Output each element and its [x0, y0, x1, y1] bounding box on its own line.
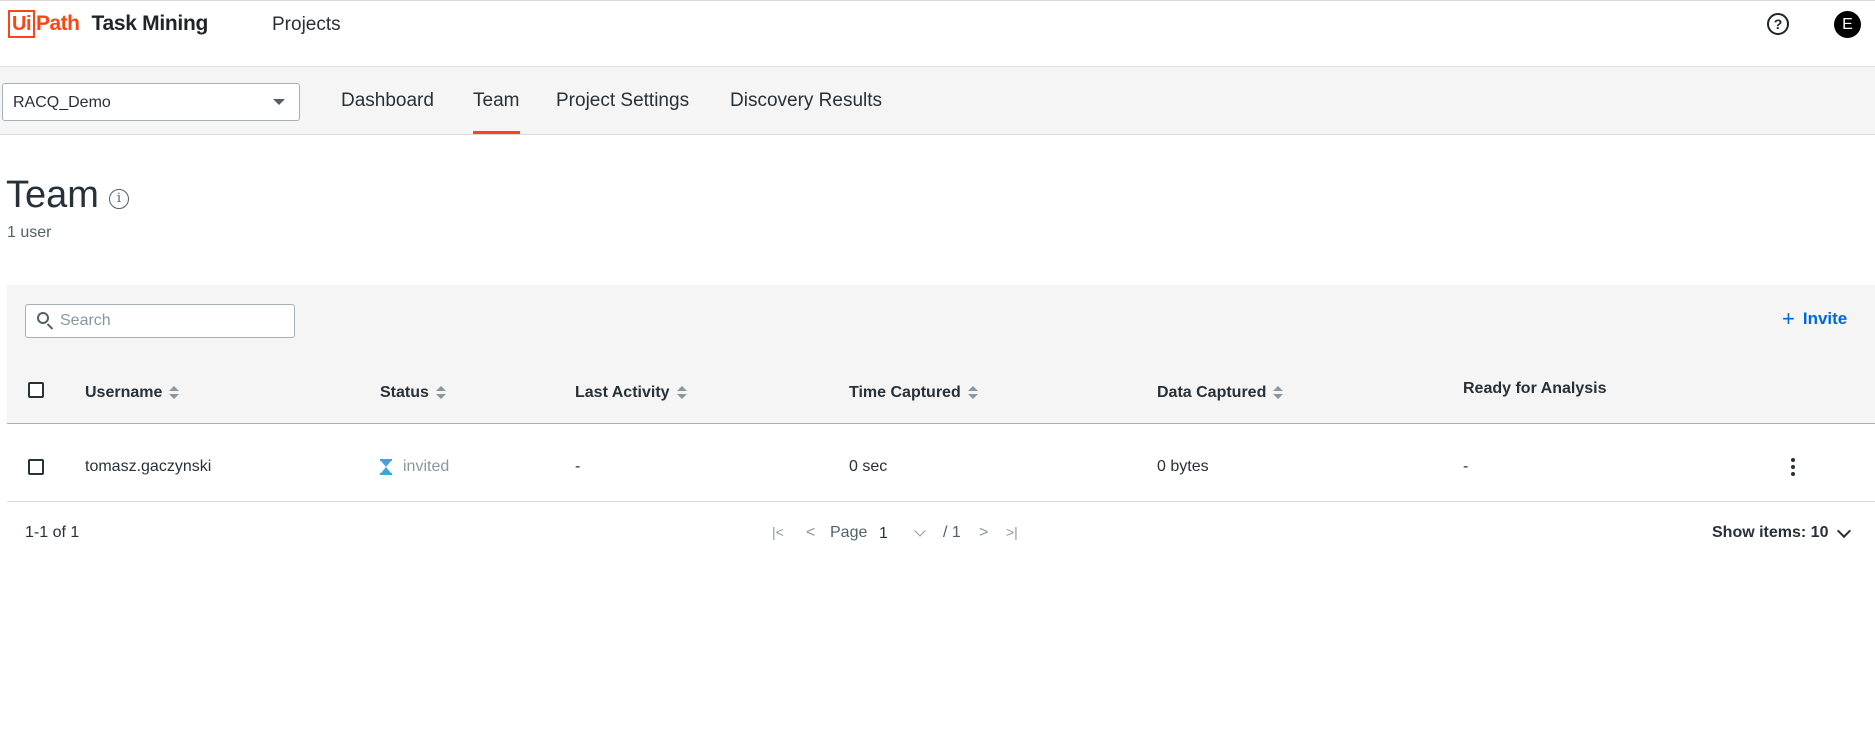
user-count: 1 user	[7, 224, 52, 241]
tab-discovery-results[interactable]: Discovery Results	[730, 90, 882, 112]
tab-project-settings[interactable]: Project Settings	[556, 90, 689, 112]
cell-status: invited	[403, 458, 450, 475]
search-box[interactable]	[25, 304, 295, 338]
sort-icon[interactable]	[169, 386, 180, 400]
search-input[interactable]	[60, 305, 285, 337]
column-header-last-activity[interactable]: Last Activity	[575, 384, 687, 402]
select-all-checkbox[interactable]	[28, 382, 44, 398]
cell-data-captured: 0 bytes	[1157, 458, 1209, 475]
caret-down-icon	[273, 99, 285, 105]
hourglass-icon	[380, 459, 392, 475]
sort-icon[interactable]	[967, 386, 978, 400]
last-page-icon[interactable]: >|	[1006, 524, 1018, 540]
invite-button[interactable]: + Invite	[1782, 306, 1848, 331]
column-label: Data Captured	[1157, 384, 1267, 401]
column-header-data-captured[interactable]: Data Captured	[1157, 384, 1284, 402]
cell-last-activity: -	[575, 458, 581, 475]
sort-icon[interactable]	[435, 386, 446, 400]
page-number-select[interactable]: 1	[879, 525, 888, 543]
page-total: / 1	[943, 524, 961, 541]
column-header-time-captured[interactable]: Time Captured	[849, 384, 978, 402]
column-header-ready-for-analysis: Ready for Analysis	[1463, 380, 1606, 398]
active-tab-indicator	[473, 131, 520, 134]
sort-icon[interactable]	[676, 386, 687, 400]
chevron-down-icon[interactable]	[1836, 523, 1852, 539]
uipath-logo[interactable]: Ui Path Task Mining	[8, 9, 208, 39]
column-label: Status	[380, 384, 429, 401]
project-select[interactable]: RACQ_Demo	[2, 83, 300, 121]
table-row	[7, 424, 1875, 502]
cell-ready-for-analysis: -	[1463, 458, 1469, 475]
cell-username: tomasz.gaczynski	[85, 458, 212, 475]
page-title: Team	[6, 174, 99, 216]
nav-projects-link[interactable]: Projects	[272, 14, 341, 36]
pagination-range: 1-1 of 1	[25, 524, 80, 541]
previous-page-icon[interactable]: <	[806, 524, 815, 542]
project-select-value: RACQ_Demo	[13, 94, 111, 111]
tab-dashboard[interactable]: Dashboard	[341, 90, 434, 112]
user-avatar[interactable]: E	[1834, 11, 1861, 38]
row-checkbox[interactable]	[28, 459, 44, 475]
row-more-actions-icon[interactable]	[1791, 458, 1795, 476]
product-name: Task Mining	[91, 12, 209, 35]
help-icon[interactable]: ?	[1767, 13, 1789, 35]
sort-icon[interactable]	[1273, 386, 1284, 400]
logo-ui: Ui	[8, 10, 35, 38]
column-label: Ready for Analysis	[1463, 380, 1607, 397]
chevron-down-icon[interactable]	[914, 525, 926, 537]
info-icon[interactable]: i	[109, 189, 129, 209]
cell-time-captured: 0 sec	[849, 458, 888, 475]
search-icon	[37, 312, 49, 324]
invite-label: Invite	[1802, 309, 1848, 328]
first-page-icon[interactable]: |<	[772, 524, 784, 540]
column-label: Username	[85, 384, 163, 401]
logo-path: Path	[36, 12, 80, 35]
show-items-select[interactable]: Show items: 10	[1712, 524, 1828, 542]
column-header-status[interactable]: Status	[380, 384, 446, 402]
column-label: Time Captured	[849, 384, 961, 401]
plus-icon: +	[1782, 306, 1795, 331]
column-header-username[interactable]: Username	[85, 384, 180, 402]
column-label: Last Activity	[575, 384, 670, 401]
tab-team[interactable]: Team	[473, 90, 519, 112]
next-page-icon[interactable]: >	[979, 524, 988, 542]
page-label: Page	[830, 524, 868, 541]
